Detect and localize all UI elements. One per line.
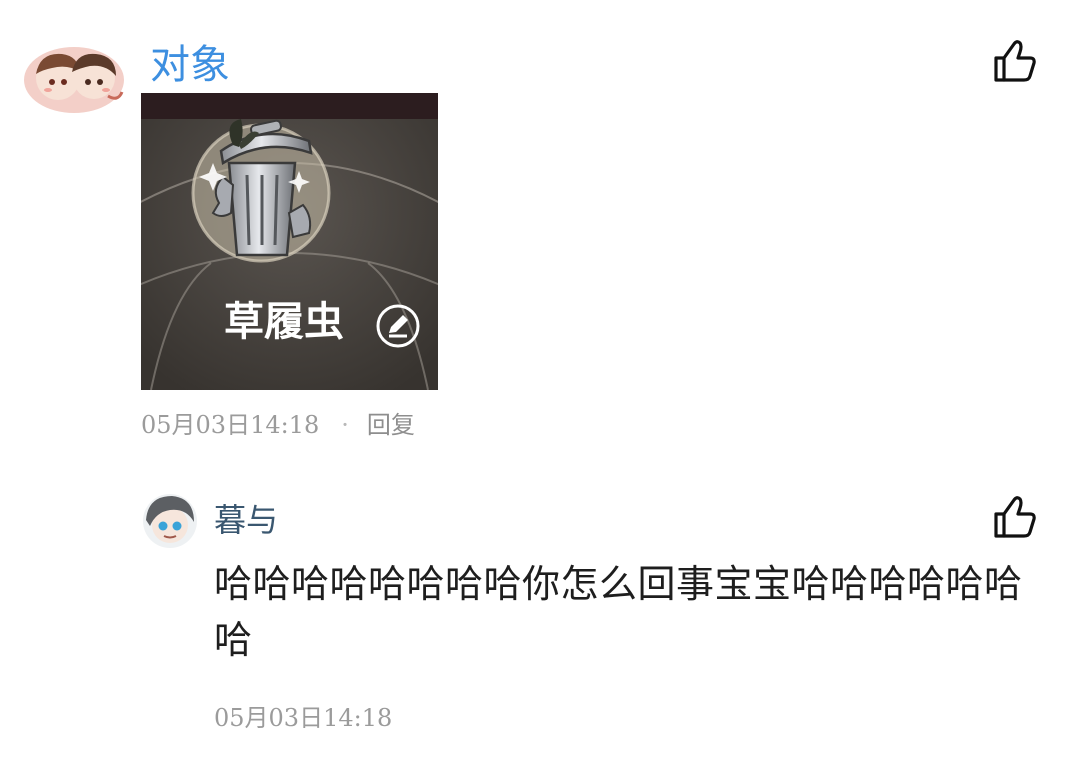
couple-avatar-icon	[24, 47, 124, 113]
reply-username[interactable]: 暮与	[214, 496, 278, 544]
comment-meta: 05月03日14:18 · 回复	[141, 407, 415, 443]
reply-body: 哈哈哈哈哈哈哈哈你怎么回事宝宝哈哈哈哈哈哈哈	[214, 562, 1023, 662]
thumbs-up-icon	[994, 496, 1036, 538]
reply-timestamp: 05月03日14:18	[214, 704, 393, 732]
comment-username[interactable]: 对象	[150, 38, 230, 92]
like-button[interactable]	[990, 36, 1040, 86]
pencil-icon	[374, 302, 422, 350]
user-avatar-icon	[143, 494, 197, 548]
thumbs-up-icon	[994, 40, 1036, 82]
comment-timestamp: 05月03日14:18	[141, 411, 320, 439]
reply-avatar[interactable]	[140, 492, 200, 550]
reply-button[interactable]: 回复	[367, 411, 415, 439]
comment-avatar[interactable]	[22, 42, 126, 114]
meta-separator: ·	[341, 411, 349, 439]
image-caption: 草履虫	[224, 299, 344, 345]
like-button[interactable]	[990, 492, 1040, 542]
